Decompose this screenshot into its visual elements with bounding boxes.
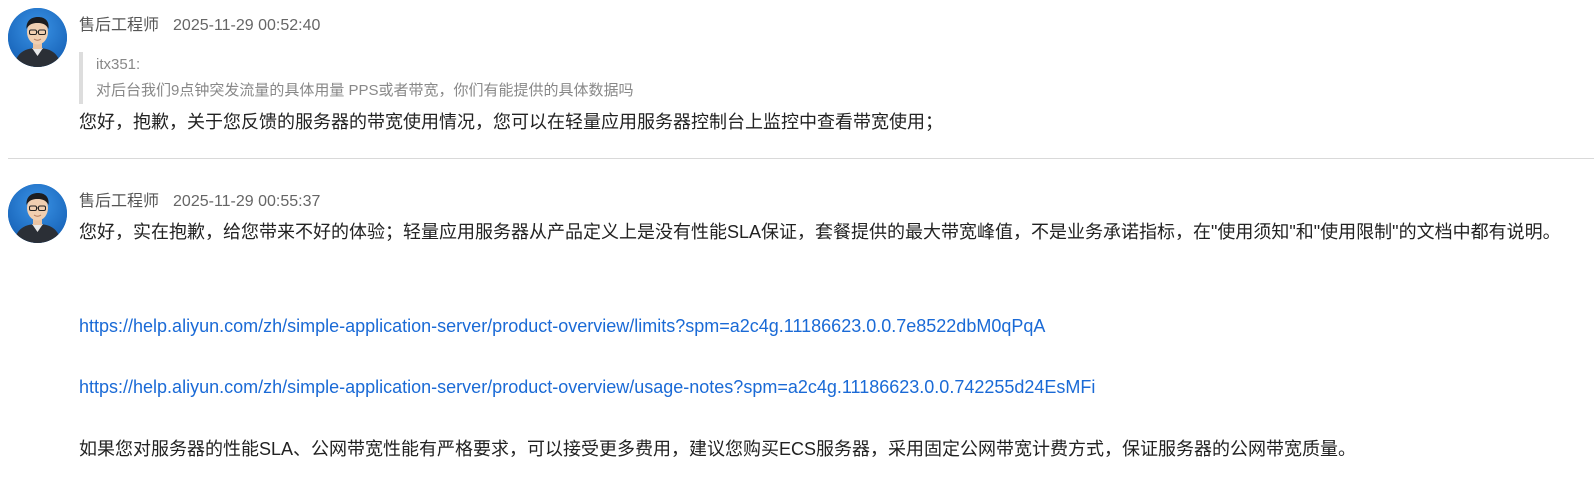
quoted-user: itx351: <box>96 56 141 73</box>
doc-link-container: https://help.aliyun.com/zh/simple-applic… <box>79 372 1095 402</box>
limits-doc-link[interactable]: https://help.aliyun.com/zh/simple-applic… <box>79 316 1045 336</box>
quoted-message: itx351: 对后台我们9点钟突发流量的具体用量 PPS或者带宽，你们有能提供… <box>79 52 634 104</box>
doc-link-container: https://help.aliyun.com/zh/simple-applic… <box>79 311 1045 341</box>
engineer-avatar-icon <box>8 8 67 67</box>
message-paragraph: 您好，实在抱歉，给您带来不好的体验；轻量应用服务器从产品定义上是没有性能SLA保… <box>79 222 1561 242</box>
avatar <box>8 184 67 243</box>
engineer-avatar-icon <box>8 184 67 243</box>
message-paragraph: 如果您对服务器的性能SLA、公网带宽性能有严格要求，可以接受更多费用，建议您购买… <box>79 439 1357 459</box>
author-name: 售后工程师 <box>79 17 160 34</box>
message-meta: 售后工程师 2025-11-29 00:52:40 <box>79 11 320 35</box>
message-time: 2025-11-29 00:55:37 <box>173 193 321 210</box>
avatar <box>8 8 67 67</box>
message-meta: 售后工程师 2025-11-29 00:55:37 <box>79 187 320 211</box>
message-time: 2025-11-29 00:52:40 <box>173 17 321 34</box>
author-name: 售后工程师 <box>79 193 160 210</box>
divider <box>8 158 1594 159</box>
message-body: 您好，抱歉，关于您反馈的服务器的带宽使用情况，您可以在轻量应用服务器控制台上监控… <box>79 112 943 132</box>
quoted-text: 对后台我们9点钟突发流量的具体用量 PPS或者带宽，你们有能提供的具体数据吗 <box>96 82 634 99</box>
message-thread: 售后工程师 2025-11-29 00:52:40 itx351: 对后台我们9点… <box>0 0 1594 481</box>
usage-notes-doc-link[interactable]: https://help.aliyun.com/zh/simple-applic… <box>79 377 1095 397</box>
message-item: 售后工程师 2025-11-29 00:52:40 itx351: 对后台我们9点… <box>0 0 1594 158</box>
